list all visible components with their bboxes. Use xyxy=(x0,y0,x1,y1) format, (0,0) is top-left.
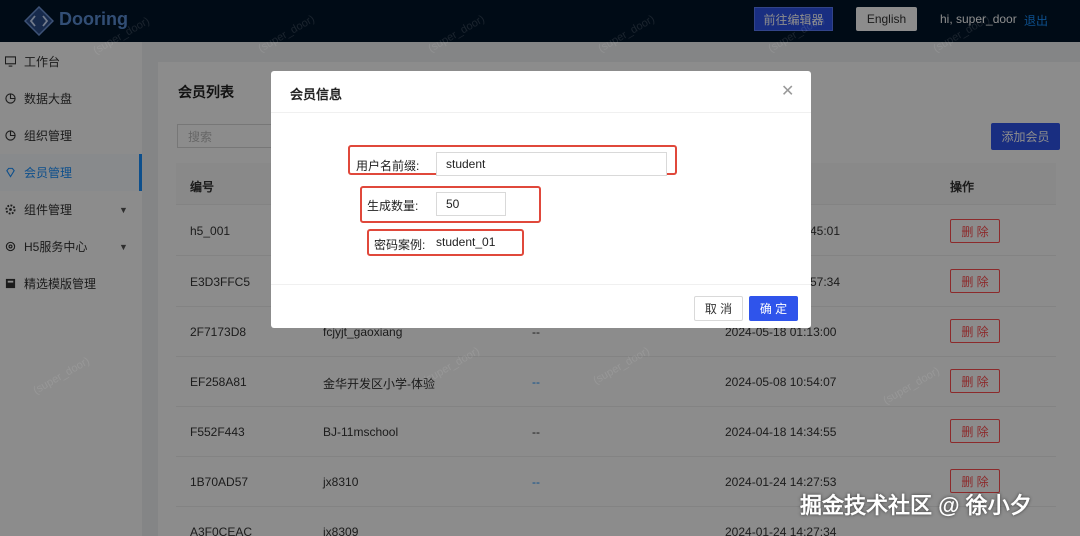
member-info-modal: 会员信息 ✕ 用户名前缀: student 生成数量: 50 密码案例: stu… xyxy=(271,71,811,328)
modal-footer-divider xyxy=(271,284,811,285)
close-icon[interactable]: ✕ xyxy=(781,81,794,101)
generate-count-label: 生成数量: xyxy=(367,199,419,213)
username-prefix-input[interactable]: student xyxy=(436,152,667,176)
modal-header: 会员信息 ✕ xyxy=(271,71,811,113)
cancel-button[interactable]: 取 消 xyxy=(694,296,743,321)
username-prefix-label: 用户名前缀: xyxy=(356,159,420,173)
generate-count-input[interactable]: 50 xyxy=(436,192,506,216)
corner-watermark: 掘金技术社区 @ 徐小夕 xyxy=(800,493,1032,518)
confirm-button[interactable]: 确 定 xyxy=(749,296,798,321)
password-example-label: 密码案例: xyxy=(374,238,426,252)
modal-title: 会员信息 xyxy=(290,87,343,102)
password-example-value: student_01 xyxy=(436,235,496,249)
